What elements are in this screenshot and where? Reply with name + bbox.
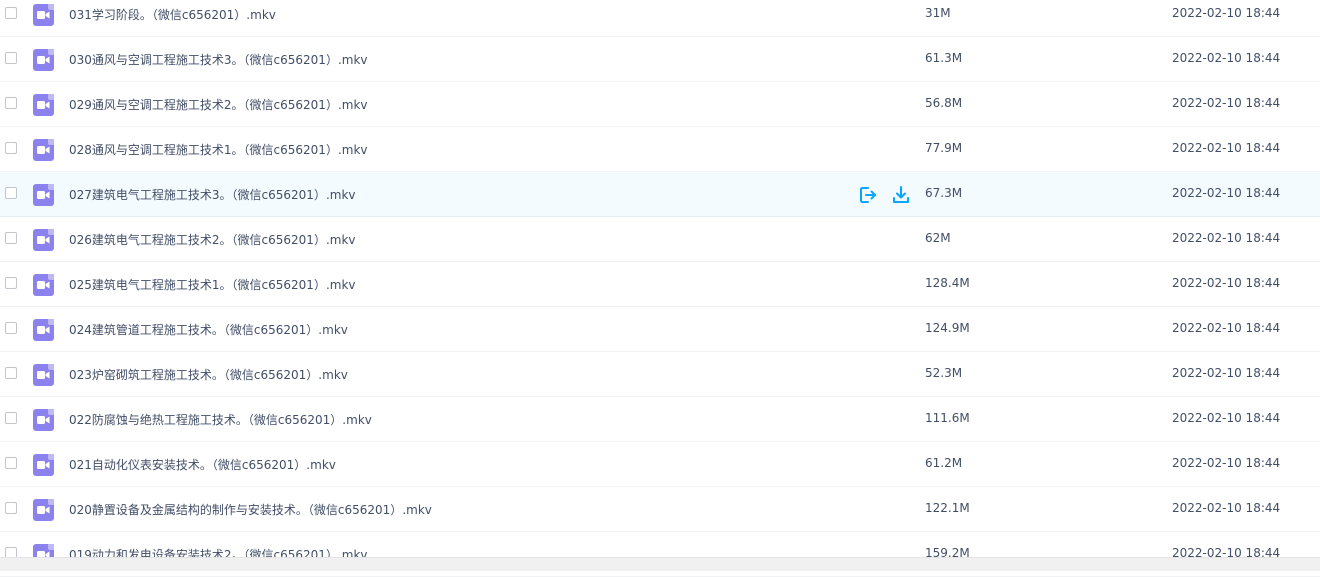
video-file-icon <box>33 4 54 26</box>
video-file-icon <box>33 454 54 476</box>
file-size: 31M <box>925 6 951 20</box>
file-modified-time: 2022-02-10 18:44 <box>1172 501 1281 515</box>
file-modified-time: 2022-02-10 18:44 <box>1172 456 1281 470</box>
file-name[interactable]: 028通风与空调工程施工技术1。（微信c656201）.mkv <box>69 141 368 158</box>
file-name[interactable]: 030通风与空调工程施工技术3。（微信c656201）.mkv <box>69 51 368 68</box>
file-name[interactable]: 024建筑管道工程施工技术。（微信c656201）.mkv <box>69 321 348 338</box>
video-file-icon <box>33 319 54 341</box>
video-file-icon <box>33 184 54 206</box>
file-row[interactable]: 025建筑电气工程施工技术1。（微信c656201）.mkv 128.4M 20… <box>0 262 1320 307</box>
video-file-icon <box>33 364 54 386</box>
file-modified-time: 2022-02-10 18:44 <box>1172 276 1281 290</box>
row-checkbox[interactable] <box>5 277 17 289</box>
file-row[interactable]: 024建筑管道工程施工技术。（微信c656201）.mkv 124.9M 202… <box>0 307 1320 352</box>
share-icon[interactable] <box>858 185 878 205</box>
file-row[interactable]: 030通风与空调工程施工技术3。（微信c656201）.mkv 61.3M 20… <box>0 37 1320 82</box>
file-name[interactable]: 026建筑电气工程施工技术2。（微信c656201）.mkv <box>69 231 356 248</box>
file-modified-time: 2022-02-10 18:44 <box>1172 321 1281 335</box>
video-file-icon <box>33 229 54 251</box>
row-checkbox[interactable] <box>5 7 17 19</box>
file-size: 122.1M <box>925 501 970 515</box>
file-modified-time: 2022-02-10 18:44 <box>1172 411 1281 425</box>
file-name[interactable]: 031学习阶段。（微信c656201）.mkv <box>69 6 276 23</box>
file-row[interactable]: 023炉窑砌筑工程施工技术。（微信c656201）.mkv 52.3M 2022… <box>0 352 1320 397</box>
video-file-icon <box>33 499 54 521</box>
video-file-icon <box>33 94 54 116</box>
file-row[interactable]: 029通风与空调工程施工技术2。（微信c656201）.mkv 56.8M 20… <box>0 82 1320 127</box>
file-size: 61.2M <box>925 456 963 470</box>
file-modified-time: 2022-02-10 18:44 <box>1172 6 1281 20</box>
file-modified-time: 2022-02-10 18:44 <box>1172 141 1281 155</box>
file-row[interactable]: 026建筑电气工程施工技术2。（微信c656201）.mkv 62M 2022-… <box>0 217 1320 262</box>
file-modified-time: 2022-02-10 18:44 <box>1172 231 1281 245</box>
row-checkbox[interactable] <box>5 322 17 334</box>
file-name[interactable]: 021自动化仪表安装技术。（微信c656201）.mkv <box>69 456 336 473</box>
file-size: 77.9M <box>925 141 963 155</box>
file-size: 111.6M <box>925 411 970 425</box>
file-size: 61.3M <box>925 51 963 65</box>
file-row[interactable]: 031学习阶段。（微信c656201）.mkv 31M 2022-02-10 1… <box>0 0 1320 37</box>
file-row-hovered[interactable]: 027建筑电气工程施工技术3。（微信c656201）.mkv 67.3M 202… <box>0 172 1320 217</box>
file-row[interactable]: 022防腐蚀与绝热工程施工技术。（微信c656201）.mkv 111.6M 2… <box>0 397 1320 442</box>
file-name[interactable]: 027建筑电气工程施工技术3。（微信c656201）.mkv <box>69 186 356 203</box>
file-name[interactable]: 023炉窑砌筑工程施工技术。（微信c656201）.mkv <box>69 366 348 383</box>
row-checkbox[interactable] <box>5 97 17 109</box>
file-row[interactable]: 020静置设备及金属结构的制作与安装技术。（微信c656201）.mkv 122… <box>0 487 1320 532</box>
file-name[interactable]: 020静置设备及金属结构的制作与安装技术。（微信c656201）.mkv <box>69 501 432 518</box>
file-size: 62M <box>925 231 951 245</box>
file-size: 128.4M <box>925 276 970 290</box>
row-checkbox[interactable] <box>5 367 17 379</box>
file-name[interactable]: 029通风与空调工程施工技术2。（微信c656201）.mkv <box>69 96 368 113</box>
row-checkbox[interactable] <box>5 52 17 64</box>
file-size: 67.3M <box>925 186 963 200</box>
file-name[interactable]: 022防腐蚀与绝热工程施工技术。（微信c656201）.mkv <box>69 411 372 428</box>
video-file-icon <box>33 274 54 296</box>
video-file-icon <box>33 409 54 431</box>
video-file-icon <box>33 49 54 71</box>
row-checkbox[interactable] <box>5 232 17 244</box>
row-checkbox[interactable] <box>5 502 17 514</box>
file-modified-time: 2022-02-10 18:44 <box>1172 186 1281 200</box>
file-size: 56.8M <box>925 96 963 110</box>
row-checkbox[interactable] <box>5 187 17 199</box>
file-list: 031学习阶段。（微信c656201）.mkv 31M 2022-02-10 1… <box>0 0 1320 577</box>
file-modified-time: 2022-02-10 18:44 <box>1172 366 1281 380</box>
file-modified-time: 2022-02-10 18:44 <box>1172 51 1281 65</box>
download-icon[interactable] <box>891 185 911 205</box>
row-checkbox[interactable] <box>5 457 17 469</box>
row-checkbox[interactable] <box>5 142 17 154</box>
video-file-icon <box>33 139 54 161</box>
file-size: 52.3M <box>925 366 963 380</box>
file-row[interactable]: 028通风与空调工程施工技术1。（微信c656201）.mkv 77.9M 20… <box>0 127 1320 172</box>
file-size: 124.9M <box>925 321 970 335</box>
horizontal-scrollbar[interactable] <box>0 557 1320 571</box>
file-row[interactable]: 021自动化仪表安装技术。（微信c656201）.mkv 61.2M 2022-… <box>0 442 1320 487</box>
file-name[interactable]: 025建筑电气工程施工技术1。（微信c656201）.mkv <box>69 276 356 293</box>
file-modified-time: 2022-02-10 18:44 <box>1172 96 1281 110</box>
row-checkbox[interactable] <box>5 412 17 424</box>
